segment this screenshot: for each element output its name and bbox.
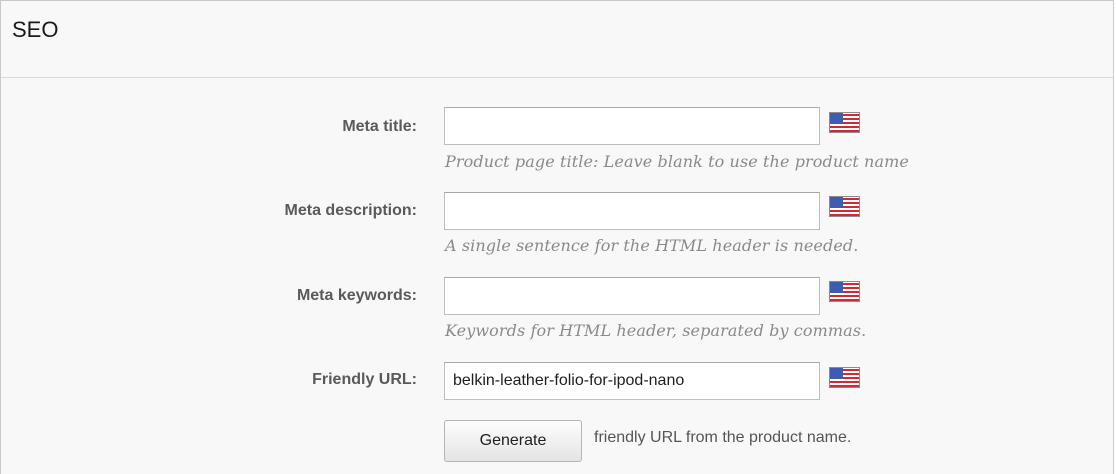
generate-note: friendly URL from the product name.: [594, 429, 852, 446]
meta-keywords-input[interactable]: [444, 277, 820, 315]
meta-keywords-help: Keywords for HTML header, separated by c…: [445, 321, 867, 340]
meta-title-input[interactable]: [444, 107, 820, 145]
meta-description-input[interactable]: [444, 192, 820, 230]
meta-title-help: Product page title: Leave blank to use t…: [445, 152, 909, 171]
us-flag-icon[interactable]: [829, 367, 860, 388]
generate-button[interactable]: Generate: [444, 420, 582, 462]
meta-keywords-label: Meta keywords:: [296, 287, 417, 304]
seo-panel: SEO Meta title: Product page title: Leav…: [0, 0, 1114, 474]
us-flag-icon[interactable]: [829, 196, 860, 217]
meta-title-label: Meta title:: [342, 118, 417, 135]
us-flag-icon[interactable]: [829, 281, 860, 302]
panel-header: SEO: [1, 1, 1113, 78]
us-flag-icon[interactable]: [829, 112, 860, 133]
meta-description-help: A single sentence for the HTML header is…: [445, 236, 859, 255]
friendly-url-label: Friendly URL:: [312, 371, 417, 388]
friendly-url-input[interactable]: [444, 362, 820, 400]
meta-description-label: Meta description:: [284, 202, 417, 219]
panel-title: SEO: [12, 17, 59, 42]
